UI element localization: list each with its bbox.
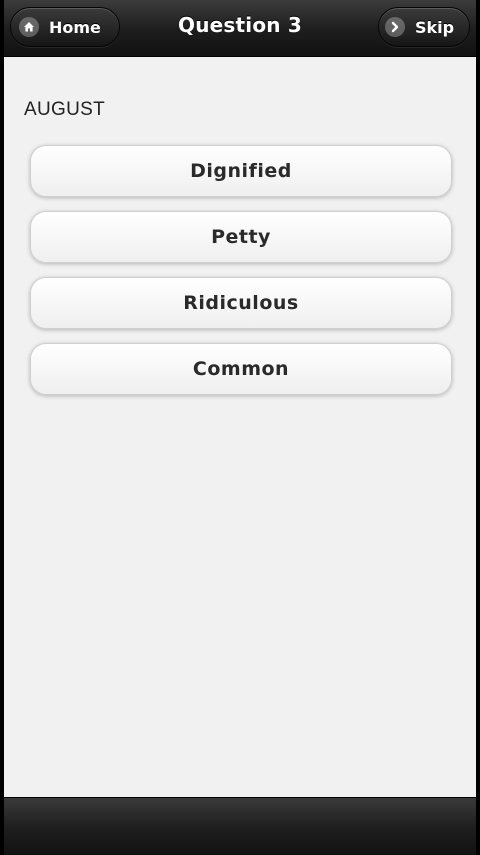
footer-bar — [4, 797, 476, 855]
answer-options: Dignified Petty Ridiculous Common — [30, 145, 452, 409]
answer-option-dignified[interactable]: Dignified — [30, 145, 452, 197]
content-area: AUGUST Dignified Petty Ridiculous Common — [4, 57, 476, 797]
answer-option-petty[interactable]: Petty — [30, 211, 452, 263]
chevron-right-icon — [385, 17, 405, 37]
answer-option-ridiculous[interactable]: Ridiculous — [30, 277, 452, 329]
skip-button-label: Skip — [415, 17, 455, 37]
answer-option-common[interactable]: Common — [30, 343, 452, 395]
question-word: AUGUST — [24, 99, 105, 120]
header-bar: Home Question 3 Skip — [4, 0, 476, 57]
app-frame: Home Question 3 Skip AUGUST Dignified Pe… — [0, 0, 480, 855]
skip-button[interactable]: Skip — [378, 7, 470, 47]
